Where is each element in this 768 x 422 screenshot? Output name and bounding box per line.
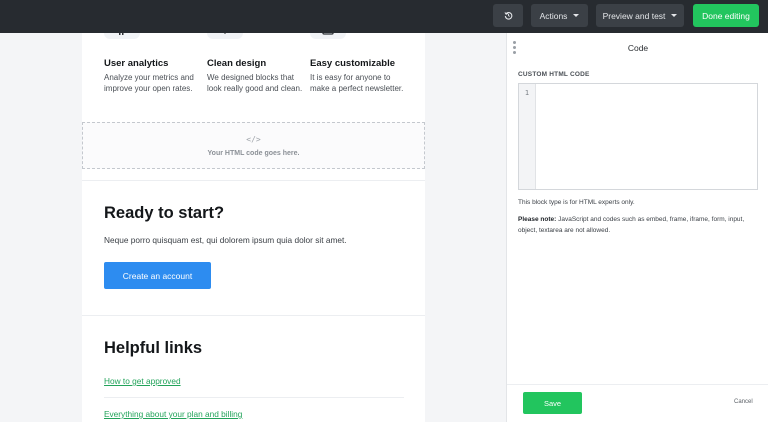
code-icon: </> <box>246 134 261 144</box>
feature-title: Clean design <box>207 58 267 69</box>
divider <box>82 315 425 316</box>
divider <box>507 384 768 385</box>
feature-title: User analytics <box>104 58 169 69</box>
html-code-block[interactable]: </> Your HTML code goes here. <box>82 122 425 169</box>
design-icon <box>207 33 243 39</box>
analytics-icon <box>104 33 140 39</box>
divider <box>104 397 404 398</box>
warning-label: Please note: <box>518 216 557 223</box>
links-title: Helpful links <box>104 339 203 357</box>
html-block-placeholder: Your HTML code goes here. <box>207 149 300 157</box>
customize-icon <box>310 33 346 39</box>
html-code-editor[interactable]: 1 <box>518 83 758 190</box>
preview-dropdown[interactable]: Preview and test <box>596 4 684 27</box>
history-button[interactable] <box>493 4 523 27</box>
cta-text: Neque porro quisquam est, qui dolorem ip… <box>104 235 347 245</box>
create-account-button[interactable]: Create an account <box>104 262 211 289</box>
history-icon <box>503 12 512 20</box>
email-canvas: User analytics Analyze your metrics and … <box>82 33 425 422</box>
save-button[interactable]: Save <box>523 392 582 414</box>
expert-note: This block type is for HTML experts only… <box>518 199 635 206</box>
line-number: 1 <box>519 84 536 189</box>
feature-text: It is easy for anyone to make a perfect … <box>310 73 404 94</box>
chevron-down-icon <box>573 14 580 17</box>
warning-note: Please note: JavaScript and codes such a… <box>518 215 760 236</box>
helpful-link[interactable]: Everything about your plan and billing <box>104 409 242 419</box>
feature-text: Analyze your metrics and improve your op… <box>104 73 194 94</box>
top-toolbar: Actions Preview and test Done editing <box>0 0 768 33</box>
cancel-button[interactable]: Cancel <box>734 399 753 405</box>
helpful-link[interactable]: How to get approved <box>104 376 181 386</box>
chevron-down-icon <box>671 14 678 17</box>
actions-label: Actions <box>539 10 568 21</box>
feature-text: We designed blocks that look really good… <box>207 73 303 94</box>
cta-title: Ready to start? <box>104 204 225 222</box>
done-editing-button[interactable]: Done editing <box>693 4 759 27</box>
preview-label: Preview and test <box>602 10 666 21</box>
code-settings-panel: Code CUSTOM HTML CODE 1 This block type … <box>506 33 768 422</box>
done-label: Done editing <box>702 10 750 21</box>
section-label: CUSTOM HTML CODE <box>518 71 590 78</box>
feature-title: Easy customizable <box>310 58 396 69</box>
actions-dropdown[interactable]: Actions <box>531 4 588 27</box>
divider <box>82 180 425 181</box>
panel-title: Code <box>627 43 649 53</box>
